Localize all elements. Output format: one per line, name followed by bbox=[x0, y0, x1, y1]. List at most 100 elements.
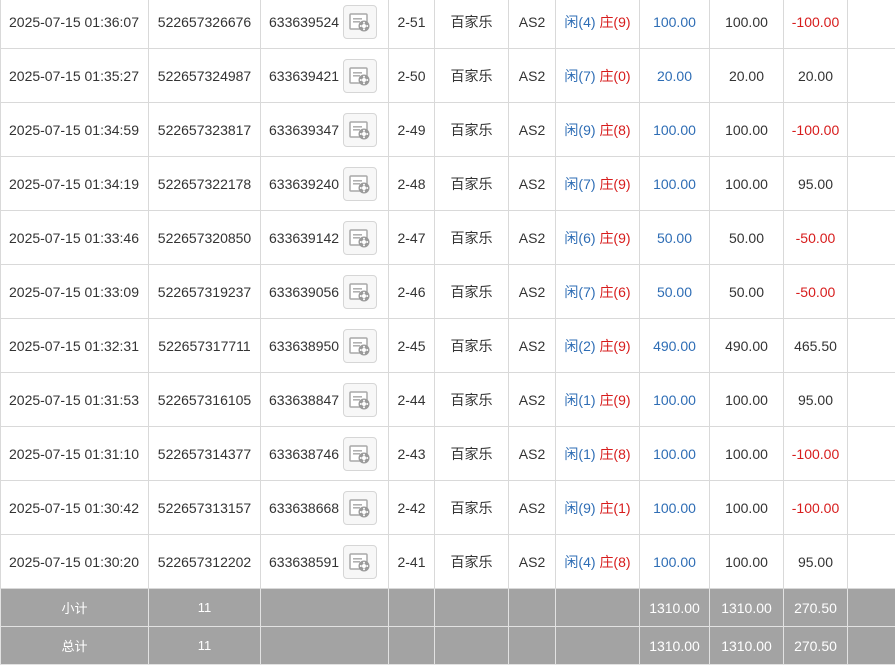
win-loss: 95.00 bbox=[784, 373, 848, 427]
bet-amount: 100.00 bbox=[640, 157, 710, 211]
player-result: 闲(6) bbox=[564, 230, 595, 246]
table-row: 2025-07-15 01:35:27522657324987633639421… bbox=[1, 49, 895, 103]
round-result: 闲(2) 庄(9) bbox=[556, 319, 640, 373]
table-code: AS2 bbox=[509, 373, 556, 427]
win-loss: 465.50 bbox=[784, 319, 848, 373]
table-row: 2025-07-15 01:34:59522657323817633639347… bbox=[1, 103, 895, 157]
valid-bet: 100.00 bbox=[710, 535, 784, 589]
round-id: 633639524 bbox=[269, 14, 339, 30]
round-id: 633638746 bbox=[269, 446, 339, 462]
bet-id: 522657312202 bbox=[149, 535, 261, 589]
shoe-number: 2-42 bbox=[389, 481, 435, 535]
bet-amount: 100.00 bbox=[640, 0, 710, 49]
banker-result: 庄(6) bbox=[599, 284, 630, 300]
win-loss: 20.00 bbox=[784, 49, 848, 103]
bet-time: 2025-07-15 01:31:10 bbox=[1, 427, 149, 481]
video-replay-icon[interactable] bbox=[343, 275, 377, 309]
shoe-number: 2-43 bbox=[389, 427, 435, 481]
table-row: 2025-07-15 01:33:09522657319237633639056… bbox=[1, 265, 895, 319]
game-type: 百家乐 bbox=[435, 49, 509, 103]
valid-bet: 100.00 bbox=[710, 373, 784, 427]
bet-time: 2025-07-15 01:30:42 bbox=[1, 481, 149, 535]
video-replay-icon[interactable] bbox=[343, 5, 377, 39]
table-code: AS2 bbox=[509, 0, 556, 49]
valid-bet: 100.00 bbox=[710, 103, 784, 157]
table-code: AS2 bbox=[509, 481, 556, 535]
round-result: 闲(7) 庄(9) bbox=[556, 157, 640, 211]
round-result: 闲(4) 庄(8) bbox=[556, 535, 640, 589]
bet-id: 522657322178 bbox=[149, 157, 261, 211]
video-replay-icon[interactable] bbox=[343, 329, 377, 363]
game-type: 百家乐 bbox=[435, 211, 509, 265]
subtotal-winloss: 270.50 bbox=[784, 589, 848, 627]
table-row: 2025-07-15 01:31:53522657316105633638847… bbox=[1, 373, 895, 427]
video-replay-icon[interactable] bbox=[343, 167, 377, 201]
player-result: 闲(9) bbox=[564, 500, 595, 516]
round-id: 633639056 bbox=[269, 284, 339, 300]
video-replay-icon[interactable] bbox=[343, 491, 377, 525]
total-row: 总计 11 1310.00 1310.00 270.50 bbox=[1, 627, 895, 665]
round-result: 闲(6) 庄(9) bbox=[556, 211, 640, 265]
video-replay-icon[interactable] bbox=[343, 59, 377, 93]
bet-amount: 100.00 bbox=[640, 535, 710, 589]
table-code: AS2 bbox=[509, 49, 556, 103]
win-loss: 95.00 bbox=[784, 157, 848, 211]
video-replay-icon[interactable] bbox=[343, 221, 377, 255]
video-replay-icon[interactable] bbox=[343, 383, 377, 417]
table-row: 2025-07-15 01:30:20522657312202633638591… bbox=[1, 535, 895, 589]
banker-result: 庄(9) bbox=[599, 338, 630, 354]
table-code: AS2 bbox=[509, 535, 556, 589]
bet-amount: 50.00 bbox=[640, 211, 710, 265]
valid-bet: 100.00 bbox=[710, 427, 784, 481]
bet-id: 522657313157 bbox=[149, 481, 261, 535]
bet-amount: 20.00 bbox=[640, 49, 710, 103]
player-result: 闲(4) bbox=[564, 14, 595, 30]
bet-amount: 100.00 bbox=[640, 481, 710, 535]
round-result: 闲(4) 庄(9) bbox=[556, 0, 640, 49]
table-code: AS2 bbox=[509, 427, 556, 481]
player-result: 闲(4) bbox=[564, 554, 595, 570]
win-loss: -50.00 bbox=[784, 265, 848, 319]
video-replay-icon[interactable] bbox=[343, 113, 377, 147]
player-result: 闲(7) bbox=[564, 68, 595, 84]
total-winloss: 270.50 bbox=[784, 627, 848, 665]
game-type: 百家乐 bbox=[435, 157, 509, 211]
video-replay-icon[interactable] bbox=[343, 437, 377, 471]
valid-bet: 100.00 bbox=[710, 157, 784, 211]
total-amount: 1310.00 bbox=[640, 627, 710, 665]
valid-bet: 100.00 bbox=[710, 481, 784, 535]
bet-amount: 100.00 bbox=[640, 427, 710, 481]
game-type: 百家乐 bbox=[435, 427, 509, 481]
subtotal-amount: 1310.00 bbox=[640, 589, 710, 627]
round-id: 633638950 bbox=[269, 338, 339, 354]
bet-time: 2025-07-15 01:34:19 bbox=[1, 157, 149, 211]
bet-time: 2025-07-15 01:36:07 bbox=[1, 0, 149, 49]
table-code: AS2 bbox=[509, 103, 556, 157]
player-result: 闲(9) bbox=[564, 122, 595, 138]
win-loss: -50.00 bbox=[784, 211, 848, 265]
table-code: AS2 bbox=[509, 211, 556, 265]
player-result: 闲(1) bbox=[564, 446, 595, 462]
banker-result: 庄(8) bbox=[599, 446, 630, 462]
win-loss: -100.00 bbox=[784, 103, 848, 157]
game-type: 百家乐 bbox=[435, 373, 509, 427]
valid-bet: 50.00 bbox=[710, 265, 784, 319]
table-row: 2025-07-15 01:34:19522657322178633639240… bbox=[1, 157, 895, 211]
bet-time: 2025-07-15 01:33:09 bbox=[1, 265, 149, 319]
banker-result: 庄(8) bbox=[599, 554, 630, 570]
bet-amount: 50.00 bbox=[640, 265, 710, 319]
round-id: 633638847 bbox=[269, 392, 339, 408]
bet-time: 2025-07-15 01:33:46 bbox=[1, 211, 149, 265]
video-replay-icon[interactable] bbox=[343, 545, 377, 579]
subtotal-valid: 1310.00 bbox=[710, 589, 784, 627]
bet-id: 522657316105 bbox=[149, 373, 261, 427]
round-id: 633639421 bbox=[269, 68, 339, 84]
table-code: AS2 bbox=[509, 157, 556, 211]
banker-result: 庄(9) bbox=[599, 230, 630, 246]
game-type: 百家乐 bbox=[435, 319, 509, 373]
shoe-number: 2-49 bbox=[389, 103, 435, 157]
shoe-number: 2-44 bbox=[389, 373, 435, 427]
valid-bet: 490.00 bbox=[710, 319, 784, 373]
round-id: 633638591 bbox=[269, 554, 339, 570]
subtotal-count: 11 bbox=[149, 589, 261, 627]
